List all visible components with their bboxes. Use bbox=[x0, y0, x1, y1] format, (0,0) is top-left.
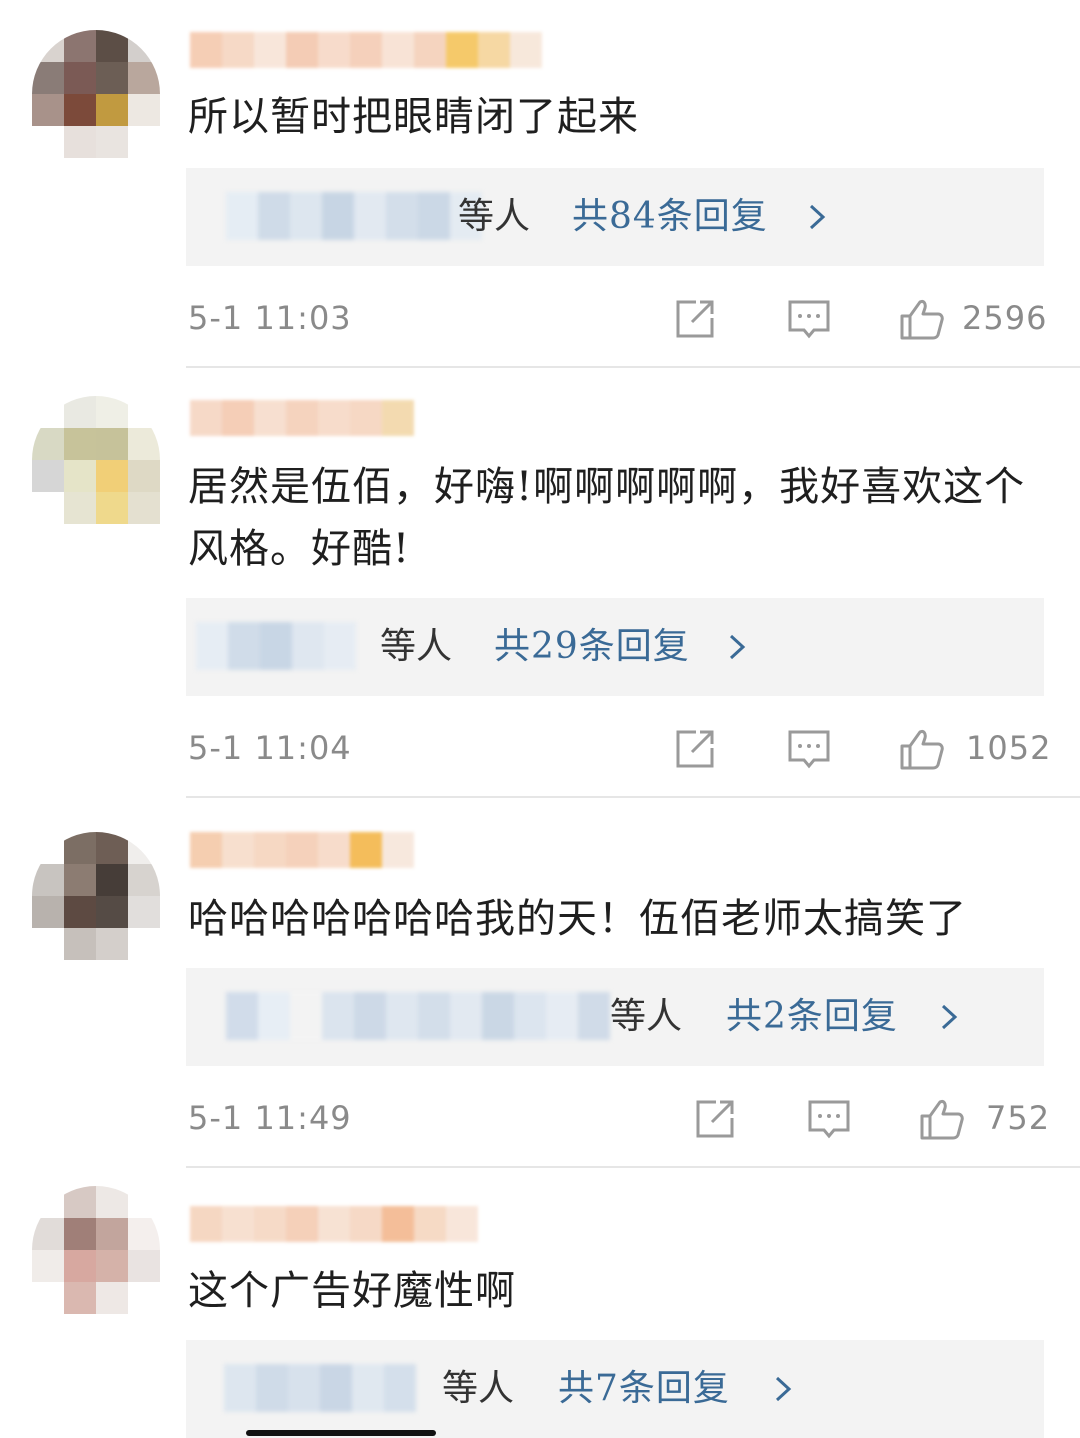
comment-footer: 5-1 11:03 2596 bbox=[0, 288, 1080, 348]
reply-users-blurred bbox=[226, 192, 482, 240]
reply-count-link[interactable]: 共29条回复 bbox=[494, 620, 690, 674]
reply-suffix: 等人 bbox=[442, 1368, 515, 1409]
comment-item: 这个广告好魔性啊 等人 共7条回复 bbox=[0, 1168, 1080, 1438]
timestamp: 5-1 11:03 bbox=[188, 299, 352, 337]
timestamp: 5-1 11:49 bbox=[188, 1099, 352, 1137]
like-count: 2596 bbox=[962, 299, 1048, 337]
comment-footer: 5-1 11:49 752 bbox=[0, 1088, 1080, 1148]
reply-users-blurred bbox=[226, 992, 610, 1040]
like-count: 1052 bbox=[966, 729, 1052, 767]
comment-icon[interactable] bbox=[806, 1096, 852, 1142]
avatar[interactable] bbox=[32, 30, 160, 158]
avatar[interactable] bbox=[32, 396, 160, 524]
comment-text: 哈哈哈哈哈哈哈我的天！伍佰老师太搞笑了 bbox=[188, 896, 967, 942]
avatar[interactable] bbox=[32, 832, 160, 960]
reply-suffix: 等人 bbox=[380, 626, 453, 667]
chevron-right-icon bbox=[809, 204, 826, 230]
reply-summary[interactable]: 等人 共2条回复 bbox=[186, 968, 1044, 1066]
chevron-right-icon bbox=[941, 1004, 958, 1030]
home-indicator bbox=[246, 1430, 436, 1436]
comment-text: 这个广告好魔性啊 bbox=[188, 1268, 516, 1314]
chevron-right-icon bbox=[729, 634, 746, 660]
like-count: 752 bbox=[986, 1099, 1051, 1137]
reply-users-blurred bbox=[224, 1364, 416, 1412]
username-blurred[interactable] bbox=[190, 1206, 478, 1242]
comment-icon[interactable] bbox=[786, 726, 832, 772]
username-blurred[interactable] bbox=[190, 400, 414, 436]
comment-item: 居然是伍佰，好嗨!啊啊啊啊啊，我好喜欢这个风格。好酷! 等人 共29条回复 5-… bbox=[0, 368, 1080, 798]
like-icon[interactable] bbox=[898, 726, 944, 772]
reply-summary[interactable]: 等人 共7条回复 bbox=[186, 1340, 1044, 1438]
comment-icon[interactable] bbox=[786, 296, 832, 342]
chevron-right-icon bbox=[775, 1376, 792, 1402]
reply-suffix: 等人 bbox=[458, 196, 531, 237]
reply-summary[interactable]: 等人 共84条回复 bbox=[186, 168, 1044, 266]
reply-users-blurred bbox=[196, 622, 356, 670]
comment-text: 居然是伍佰，好嗨!啊啊啊啊啊，我好喜欢这个风格。好酷! bbox=[188, 464, 1026, 572]
comment-text: 所以暂时把眼睛闭了起来 bbox=[188, 94, 639, 140]
comment-item: 哈哈哈哈哈哈哈我的天！伍佰老师太搞笑了 等人 共2条回复 5-1 11:49 7… bbox=[0, 798, 1080, 1168]
avatar[interactable] bbox=[32, 1186, 160, 1314]
reply-count-link[interactable]: 共84条回复 bbox=[572, 190, 768, 244]
reply-summary[interactable]: 等人 共29条回复 bbox=[186, 598, 1044, 696]
timestamp: 5-1 11:04 bbox=[188, 729, 352, 767]
username-blurred[interactable] bbox=[190, 32, 542, 68]
share-icon[interactable] bbox=[672, 726, 718, 772]
like-icon[interactable] bbox=[898, 296, 944, 342]
share-icon[interactable] bbox=[692, 1096, 738, 1142]
like-icon[interactable] bbox=[918, 1096, 964, 1142]
reply-count-link[interactable]: 共2条回复 bbox=[726, 990, 898, 1044]
share-icon[interactable] bbox=[672, 296, 718, 342]
reply-suffix: 等人 bbox=[610, 996, 683, 1037]
username-blurred[interactable] bbox=[190, 832, 414, 868]
comment-item: 所以暂时把眼睛闭了起来 等人 共84条回复 5-1 11:03 2596 bbox=[0, 0, 1080, 366]
comment-footer: 5-1 11:04 1052 bbox=[0, 718, 1080, 778]
reply-count-link[interactable]: 共7条回复 bbox=[558, 1362, 730, 1416]
